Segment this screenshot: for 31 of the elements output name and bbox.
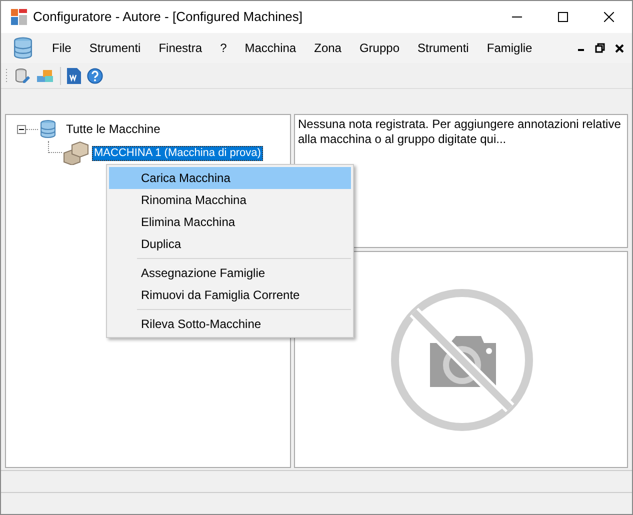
- document-icon[interactable]: [67, 68, 81, 84]
- menu-item[interactable]: Zona: [305, 39, 350, 57]
- window-title: Configuratore - Autore - [Configured Machines]: [33, 8, 303, 26]
- database-edit-icon[interactable]: [14, 68, 30, 84]
- menu-item[interactable]: Strumenti: [408, 39, 478, 57]
- minus-icon: [19, 126, 24, 132]
- menu-item[interactable]: ?: [211, 39, 236, 57]
- menu-item[interactable]: Carica Macchina: [109, 167, 351, 189]
- close-icon: [604, 12, 614, 22]
- menu-item[interactable]: Famiglie: [478, 39, 542, 57]
- menu-item[interactable]: Macchina: [236, 39, 306, 57]
- menu-item[interactable]: Gruppo: [350, 39, 408, 57]
- menu-item[interactable]: File: [43, 39, 80, 57]
- menu-item[interactable]: Rimuovi da Famiglia Corrente: [109, 284, 351, 306]
- collapse-toggle[interactable]: [17, 124, 26, 134]
- tree-item[interactable]: MACCHINA 1 (Macchina di prova): [92, 146, 263, 160]
- toolbar-grip-icon[interactable]: [5, 68, 8, 84]
- menu-item[interactable]: Assegnazione Famiglie: [109, 262, 351, 284]
- database-icon: [11, 36, 35, 60]
- menu-item[interactable]: Finestra: [150, 39, 212, 57]
- help-icon[interactable]: [87, 68, 103, 84]
- close-icon[interactable]: [615, 44, 624, 52]
- menu-item[interactable]: Strumenti: [80, 39, 150, 57]
- menu-item[interactable]: Rileva Sotto-Macchine: [109, 313, 351, 335]
- boxes-icon: [62, 141, 90, 165]
- tree-item[interactable]: Tutte le Macchine: [66, 120, 160, 138]
- maximize-icon: [558, 12, 568, 22]
- restore-icon[interactable]: [595, 43, 605, 53]
- app-icon: [11, 9, 27, 25]
- no-photo-icon: [390, 288, 534, 432]
- database-icon: [38, 119, 58, 139]
